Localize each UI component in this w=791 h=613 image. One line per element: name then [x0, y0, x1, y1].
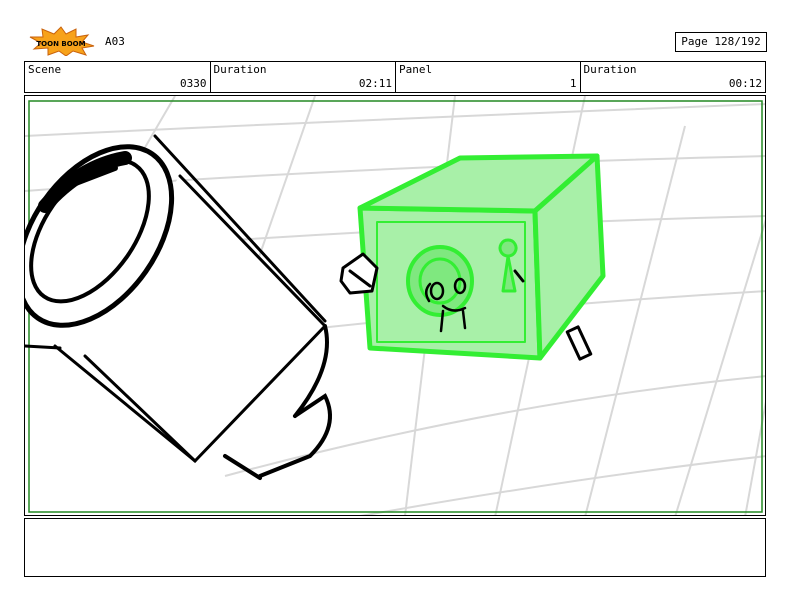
lens-sketch	[25, 134, 332, 480]
scene-value: 0330	[180, 77, 207, 90]
panel-label: Panel	[399, 63, 433, 76]
sequence-label: A03	[105, 35, 125, 48]
panel-cell: Panel 1	[396, 62, 581, 92]
panel-info-row: Scene 0330 Duration 02:11 Panel 1 Durati…	[24, 61, 766, 93]
panel-value: 1	[569, 77, 577, 90]
panel-duration-value: 00:12	[728, 77, 762, 90]
scene-cell: Scene 0330	[25, 62, 211, 92]
duration-cell: Duration 02:11	[211, 62, 396, 92]
panel-notes-box[interactable]	[24, 518, 766, 577]
toon-boom-logo: TOON BOOM	[26, 26, 96, 57]
storyboard-panel[interactable]	[24, 95, 766, 516]
page-indicator: Page 128/192	[675, 32, 767, 52]
duration-value: 02:11	[358, 77, 392, 90]
scene-label: Scene	[28, 63, 62, 76]
panel-duration-cell: Duration 00:12	[581, 62, 766, 92]
panel-duration-label: Duration	[583, 63, 637, 76]
box-character	[339, 153, 606, 361]
svg-text:TOON BOOM: TOON BOOM	[36, 40, 85, 48]
panel-drawing	[25, 96, 765, 515]
duration-label: Duration	[213, 63, 267, 76]
